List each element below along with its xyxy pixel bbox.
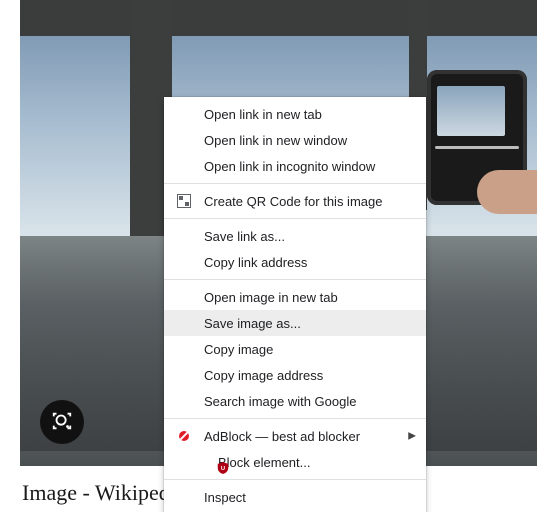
menu-copy-image-address[interactable]: Copy image address bbox=[164, 362, 426, 388]
menu-save-link-as[interactable]: Save link as... bbox=[164, 223, 426, 249]
menu-separator bbox=[164, 479, 426, 480]
menu-item-label: Open link in incognito window bbox=[204, 159, 375, 174]
menu-item-label: Copy image bbox=[204, 342, 273, 357]
menu-item-label: Create QR Code for this image bbox=[204, 194, 382, 209]
qr-icon bbox=[176, 193, 192, 209]
result-title[interactable]: Image - Wikipedia bbox=[22, 480, 186, 506]
menu-item-label: Search image with Google bbox=[204, 394, 356, 409]
menu-create-qr[interactable]: Create QR Code for this image bbox=[164, 188, 426, 214]
menu-open-link-new-tab[interactable]: Open link in new tab bbox=[164, 101, 426, 127]
lens-search-button[interactable] bbox=[40, 400, 84, 444]
menu-item-label: Save image as... bbox=[204, 316, 301, 331]
lens-icon bbox=[51, 410, 73, 435]
hand bbox=[477, 170, 537, 214]
menu-open-image-new-tab[interactable]: Open image in new tab bbox=[164, 284, 426, 310]
menu-open-link-new-window[interactable]: Open link in new window bbox=[164, 127, 426, 153]
menu-item-label: AdBlock — best ad blocker bbox=[204, 429, 360, 444]
menu-item-label: Save link as... bbox=[204, 229, 285, 244]
menu-item-label: Open link in new window bbox=[204, 133, 347, 148]
menu-item-label: Block element... bbox=[218, 455, 311, 470]
context-menu: Open link in new tab Open link in new wi… bbox=[164, 97, 426, 512]
menu-inspect[interactable]: Inspect bbox=[164, 484, 426, 510]
menu-adblock[interactable]: AdBlock — best ad blocker ▶ bbox=[164, 423, 426, 449]
menu-copy-image[interactable]: Copy image bbox=[164, 336, 426, 362]
menu-item-label: Copy link address bbox=[204, 255, 307, 270]
ublock-icon: U bbox=[216, 461, 230, 475]
menu-separator bbox=[164, 218, 426, 219]
menu-save-image-as[interactable]: Save image as... bbox=[164, 310, 426, 336]
menu-copy-link-address[interactable]: Copy link address bbox=[164, 249, 426, 275]
svg-text:U: U bbox=[221, 466, 225, 472]
submenu-arrow-icon: ▶ bbox=[408, 431, 416, 442]
menu-open-link-incognito[interactable]: Open link in incognito window bbox=[164, 153, 426, 179]
menu-separator bbox=[164, 418, 426, 419]
menu-separator bbox=[164, 183, 426, 184]
menu-block-element[interactable]: U Block element... bbox=[164, 449, 426, 475]
menu-item-label: Inspect bbox=[204, 490, 246, 505]
menu-item-label: Open image in new tab bbox=[204, 290, 338, 305]
menu-item-label: Copy image address bbox=[204, 368, 323, 383]
menu-search-image-google[interactable]: Search image with Google bbox=[164, 388, 426, 414]
menu-item-label: Open link in new tab bbox=[204, 107, 322, 122]
adblock-icon bbox=[176, 428, 192, 444]
menu-separator bbox=[164, 279, 426, 280]
